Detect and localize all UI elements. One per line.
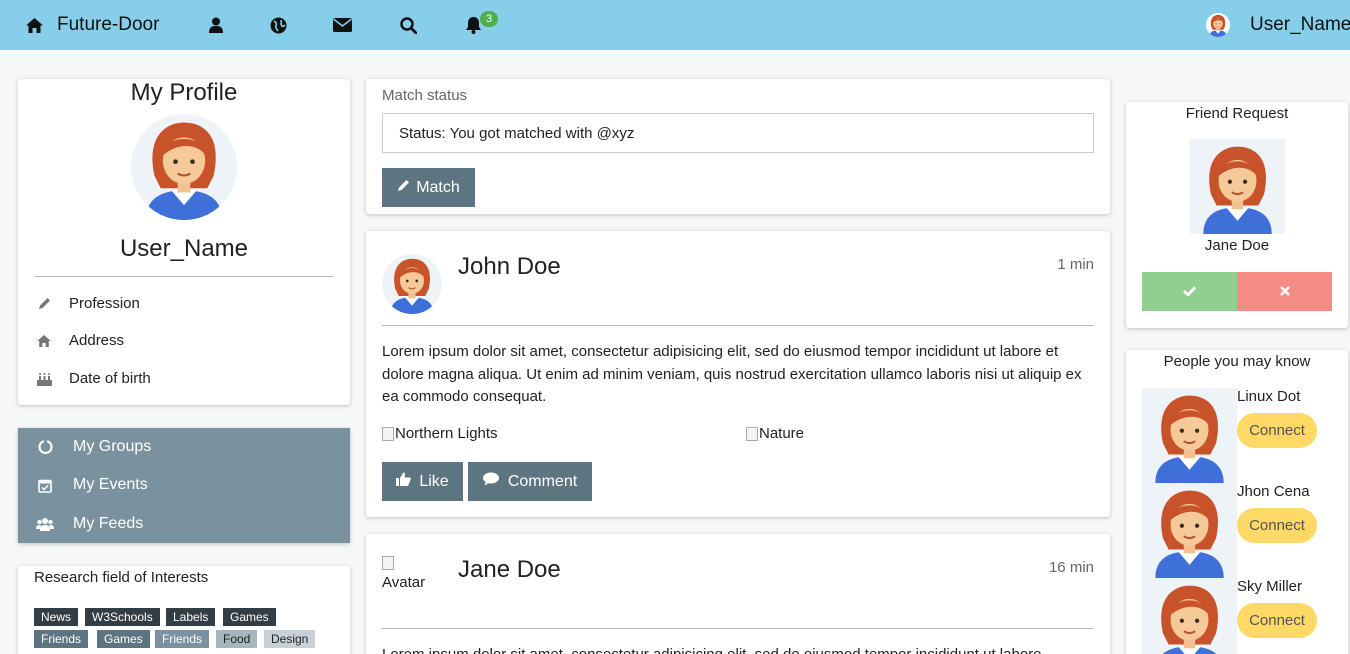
broken-image-icon — [746, 426, 758, 441]
interests-card: Research field of Interests News W3Schoo… — [18, 566, 350, 654]
post-time: 1 min — [1057, 256, 1094, 273]
menu-item-my-feeds[interactable]: My Feeds — [18, 505, 350, 543]
users-icon — [36, 517, 54, 531]
close-icon — [1279, 283, 1290, 301]
menu-item-my-groups[interactable]: My Groups — [18, 428, 350, 466]
avatar — [1206, 13, 1230, 37]
person-avatar — [1142, 578, 1237, 654]
profile-info-birthday: Date of birth — [36, 370, 151, 387]
menu-item-label: My Feeds — [73, 515, 144, 532]
interests-title: Research field of Interests — [34, 569, 209, 586]
side-menu: My Groups My Events My Feeds — [18, 428, 350, 543]
profile-username: User_Name — [119, 235, 249, 262]
tag[interactable]: Design — [264, 630, 316, 648]
pencil-icon — [36, 297, 52, 310]
people-you-may-know-card: People you may know Linux Dot Connect Jh… — [1126, 350, 1348, 654]
person-avatar — [1142, 483, 1237, 578]
comment-label: Comment — [507, 472, 578, 490]
profile-avatar — [131, 114, 237, 220]
image-alt-text: Nature — [759, 425, 805, 442]
tag[interactable]: News — [34, 608, 79, 626]
decline-button[interactable] — [1237, 272, 1332, 311]
user-icon[interactable] — [209, 0, 223, 50]
post-image-nature: Nature — [746, 425, 804, 442]
profile-card: My Profile User_Name Profession Address … — [18, 79, 350, 405]
comment-button[interactable]: Comment — [468, 462, 592, 501]
tag[interactable]: Friends — [155, 630, 210, 648]
thumbs-up-icon — [396, 472, 417, 491]
status-input[interactable]: Status: You got matched with @xyz — [382, 113, 1094, 153]
connect-button[interactable]: Connect — [1237, 413, 1317, 448]
match-status-card: Match status Status: You got matched wit… — [366, 79, 1110, 214]
home-icon — [36, 334, 52, 347]
person-avatar — [1142, 388, 1237, 483]
broken-image-icon — [382, 556, 394, 570]
tag[interactable]: Friends — [34, 630, 89, 648]
match-button-label: Match — [416, 178, 460, 196]
envelope-icon[interactable] — [333, 0, 352, 50]
profile-title: My Profile — [130, 79, 238, 106]
person-name: Linux Dot — [1237, 388, 1301, 405]
tag[interactable]: Games — [97, 630, 150, 648]
connect-button[interactable]: Connect — [1237, 508, 1317, 543]
comment-icon — [482, 472, 505, 491]
post-card: Avatar Jane Doe 16 min Lorem ipsum dolor… — [366, 534, 1110, 654]
top-navbar: Future-Door 3 User_Name — [0, 0, 1350, 50]
menu-item-my-events[interactable]: My Events — [18, 466, 350, 504]
person-name: Sky Miller — [1237, 578, 1303, 595]
person-name: Jhon Cena — [1237, 483, 1310, 500]
profile-info-label: Date of birth — [69, 370, 151, 387]
post-time: 16 min — [1048, 559, 1094, 576]
profile-info-profession: Profession — [36, 295, 140, 312]
friend-request-card: Friend Request Jane Doe — [1126, 102, 1348, 328]
check-icon — [1183, 283, 1197, 301]
calendar-check-icon — [36, 478, 54, 493]
user-menu[interactable]: User_Name — [1206, 0, 1350, 50]
globe-icon[interactable] — [270, 0, 287, 50]
post-author: Jane Doe — [458, 556, 561, 583]
profile-info-label: Profession — [69, 295, 140, 312]
friend-request-title: Friend Request — [1185, 105, 1289, 122]
brand-link[interactable]: Future-Door — [26, 0, 159, 50]
match-button[interactable]: Match — [382, 168, 475, 207]
divider — [34, 276, 334, 277]
avatar-alt-text: Avatar — [382, 574, 426, 591]
match-status-label: Match status — [382, 87, 468, 104]
birthday-cake-icon — [36, 372, 52, 386]
circle-notch-icon — [36, 439, 54, 455]
post-card: John Doe 1 min Lorem ipsum dolor sit ame… — [366, 231, 1110, 517]
image-alt-text: Northern Lights — [395, 425, 498, 442]
like-button[interactable]: Like — [382, 462, 463, 501]
post-author: John Doe — [458, 253, 561, 280]
profile-info-label: Address — [69, 332, 125, 349]
notification-badge: 3 — [480, 11, 499, 27]
people-title: People you may know — [1163, 353, 1311, 370]
tag[interactable]: Labels — [166, 608, 216, 626]
friend-request-name: Jane Doe — [1204, 237, 1270, 254]
navbar-username: User_Name — [1250, 14, 1350, 35]
accept-button[interactable] — [1142, 272, 1237, 311]
post-text: Lorem ipsum dolor sit amet, consectetur … — [382, 644, 1094, 654]
connect-button[interactable]: Connect — [1237, 603, 1317, 638]
tag[interactable]: Food — [216, 630, 258, 648]
tag[interactable]: W3Schools — [85, 608, 160, 626]
menu-item-label: My Groups — [73, 438, 152, 455]
divider — [382, 325, 1094, 326]
broken-image-icon — [382, 426, 394, 441]
home-icon — [26, 17, 43, 33]
divider — [382, 628, 1094, 629]
search-icon[interactable] — [400, 0, 417, 50]
tag[interactable]: Games — [223, 608, 276, 626]
avatar — [382, 254, 442, 314]
post-avatar-broken: Avatar — [382, 556, 442, 591]
friend-request-avatar — [1190, 139, 1285, 234]
pencil-icon — [397, 179, 416, 197]
post-image-northern-lights: Northern Lights — [382, 425, 498, 442]
profile-info-address: Address — [36, 332, 124, 349]
brand-name: Future-Door — [57, 14, 160, 35]
post-text: Lorem ipsum dolor sit amet, consectetur … — [382, 343, 1082, 405]
notifications-button[interactable]: 3 — [465, 0, 499, 50]
menu-item-label: My Events — [73, 476, 148, 493]
like-label: Like — [419, 472, 449, 490]
